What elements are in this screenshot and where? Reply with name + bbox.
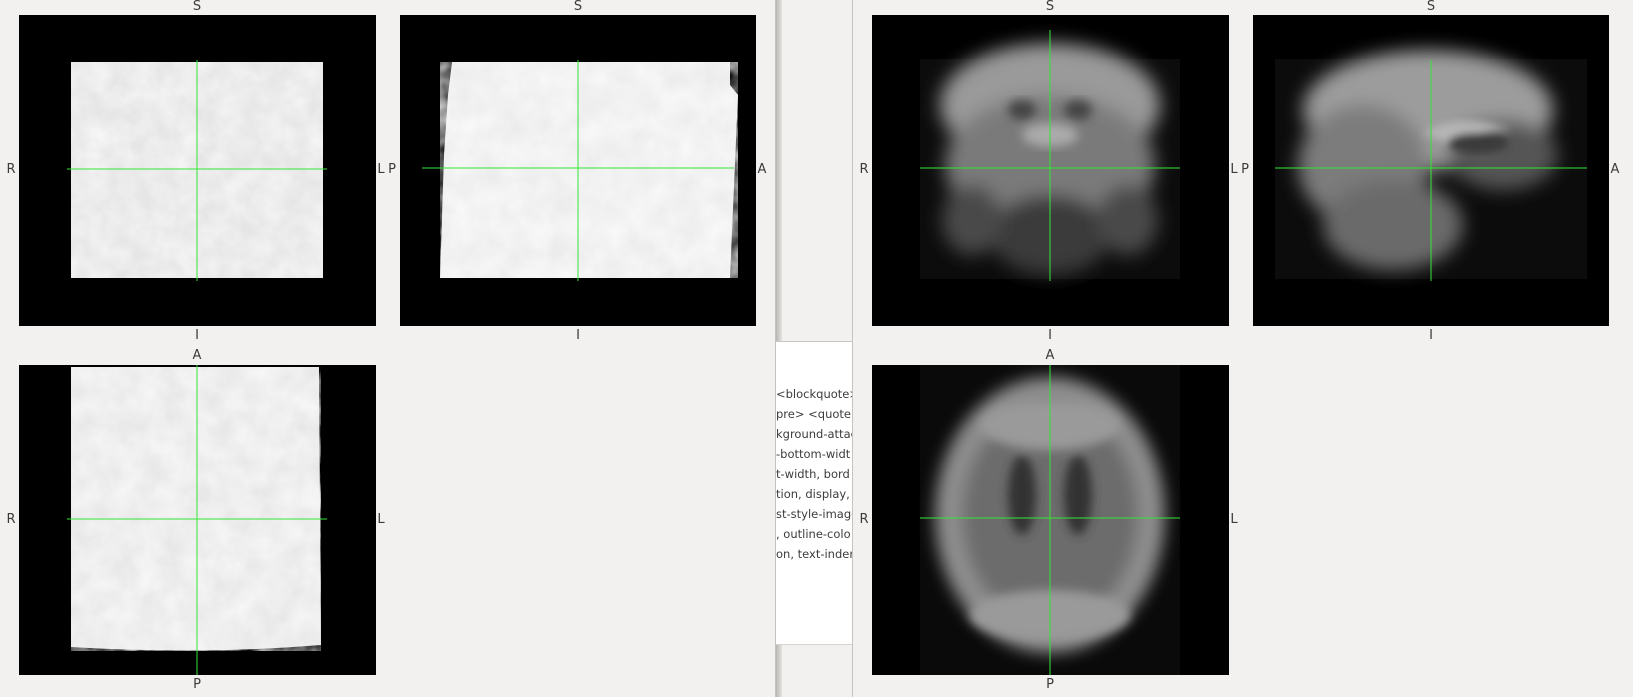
document-line: tion, display, <box>776 487 850 501</box>
orientation-label-posterior: P <box>1241 162 1249 177</box>
sagittal-slice-image <box>422 60 738 281</box>
orientation-label-right: R <box>6 162 16 177</box>
document-line: , outline-colo <box>776 527 851 541</box>
axial-template-image <box>920 365 1180 675</box>
orientation-label-superior: S <box>192 0 202 14</box>
orientation-label-inferior: I <box>576 328 580 343</box>
document-line: pre> <quote <box>776 407 851 421</box>
orientation-label-anterior: A <box>192 348 202 363</box>
background-document-window: <blockquote> pre> <quote kground-attac -… <box>776 0 852 697</box>
orientation-label-inferior: I <box>1048 328 1052 343</box>
sagittal-template-image <box>1275 50 1587 281</box>
sagittal-view-left[interactable] <box>400 15 756 326</box>
document-line: kground-attac <box>776 427 852 441</box>
orientation-label-posterior: P <box>388 162 396 177</box>
orientation-label-inferior: I <box>195 328 199 343</box>
orientation-label-left: L <box>377 512 385 527</box>
axial-slice-image <box>67 365 327 675</box>
orientation-label-superior: S <box>1426 0 1436 14</box>
orientation-label-right: R <box>6 512 16 527</box>
orientation-label-left: L <box>1230 512 1238 527</box>
axial-view-right[interactable] <box>872 365 1229 675</box>
coronal-view-right[interactable] <box>872 15 1229 326</box>
document-line: t-width, bord <box>776 467 850 481</box>
orientation-label-anterior: A <box>1045 348 1055 363</box>
coronal-template-image <box>920 30 1180 281</box>
coronal-view-left[interactable] <box>19 15 376 326</box>
orientation-label-right: R <box>859 512 869 527</box>
orientation-label-posterior: P <box>1046 677 1054 692</box>
orientation-label-right: R <box>859 162 869 177</box>
orientation-label-superior: S <box>573 0 583 14</box>
coronal-slice-image <box>67 60 327 281</box>
document-line: -bottom-widt <box>776 447 851 461</box>
orientation-label-posterior: P <box>193 677 201 692</box>
left-viewer-window: S R L I S P A I A R L P <box>0 0 776 697</box>
document-text-area: <blockquote> pre> <quote kground-attac -… <box>776 341 852 645</box>
document-line: on, text-inden <box>776 547 852 561</box>
document-line: st-style-image <box>776 507 852 521</box>
orientation-label-anterior: A <box>757 162 767 177</box>
right-viewer-window: S R L I S P A I A R L P <box>852 0 1633 697</box>
orientation-label-inferior: I <box>1429 328 1433 343</box>
axial-view-left[interactable] <box>19 365 376 675</box>
document-line: <blockquote> <box>776 387 852 401</box>
orientation-label-superior: S <box>1045 0 1055 14</box>
sagittal-view-right[interactable] <box>1253 15 1609 326</box>
orientation-label-anterior: A <box>1610 162 1620 177</box>
